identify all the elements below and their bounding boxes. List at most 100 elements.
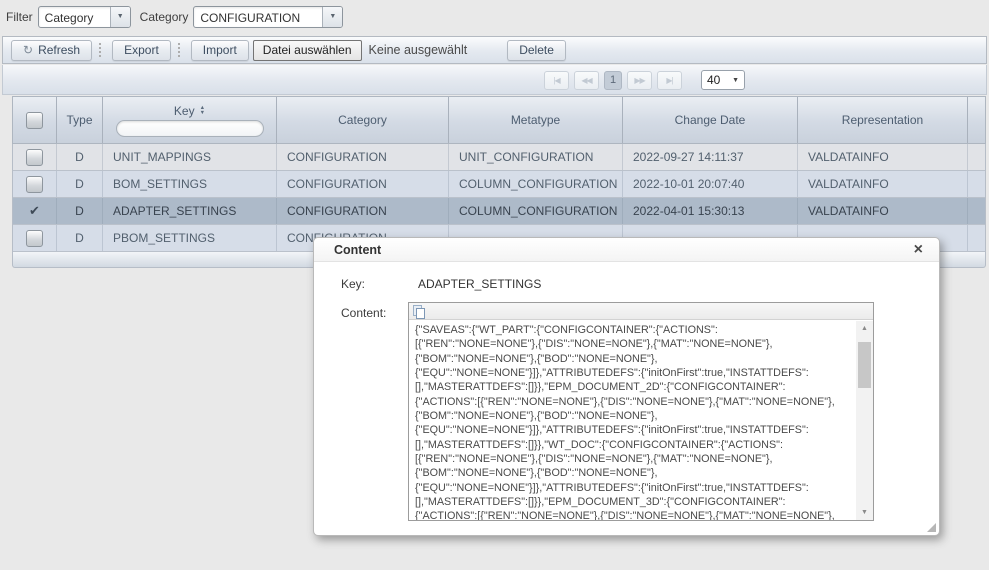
check-icon[interactable]: ✔ [29,203,40,219]
export-button[interactable]: Export [112,40,171,61]
content-viewer-toolbar [409,303,873,320]
toolbar-separator [178,43,182,57]
chevron-down-icon: ▼ [732,77,739,84]
cell-change-date: 2022-04-01 15:30:13 [623,198,798,224]
table-row-selected[interactable]: ✔ D ADAPTER_SETTINGS CONFIGURATION COLUM… [13,198,985,225]
sort-icon[interactable]: ▲▼ [200,106,205,115]
table-row[interactable]: D UNIT_MAPPINGS CONFIGURATION UNIT_CONFI… [13,144,985,171]
cell-metatype: COLUMN_CONFIGURATION [449,198,623,224]
column-label: Metatype [511,113,560,127]
resize-handle[interactable] [927,523,936,532]
category-dropdown[interactable]: CONFIGURATION ▼ [193,6,343,28]
cell-type: D [57,171,103,197]
dialog-content-label: Content: [341,306,386,320]
row-checkbox[interactable] [26,176,43,193]
cell-representation: VALDATAINFO [798,171,968,197]
scroll-up-icon[interactable]: ▲ [856,321,873,336]
copy-icon[interactable] [413,305,425,318]
toolbar-separator [99,43,103,57]
table-body: D UNIT_MAPPINGS CONFIGURATION UNIT_CONFI… [12,144,986,252]
column-header-change-date: Change Date [623,97,798,143]
refresh-icon: ↻ [23,45,33,55]
table-row[interactable]: D BOM_SETTINGS CONFIGURATION COLUMN_CONF… [13,171,985,198]
column-label: Category [338,113,387,127]
paginator: |◀ ◀◀ 1 ▶▶ ▶| 40 ▼ [2,65,987,95]
filter-label: Filter [6,10,33,24]
cell-key: BOM_SETTINGS [103,171,277,197]
row-select-cell [13,225,57,251]
cell-type: D [57,144,103,170]
filter-type-value: Category [39,7,110,27]
scrollbar-thumb[interactable] [858,342,871,388]
refresh-button[interactable]: ↻ Refresh [11,40,92,61]
column-header-metatype: Metatype [449,97,623,143]
cell-key: PBOM_SETTINGS [103,225,277,251]
dialog-title: Content [334,243,381,257]
dialog-key-label: Key: [341,277,365,291]
file-status-text: Keine ausgewählt [369,43,468,57]
select-all-checkbox[interactable] [26,112,43,129]
column-header-filler [968,97,985,143]
row-select-cell [13,171,57,197]
row-checkbox[interactable] [26,230,43,247]
cell-representation: VALDATAINFO [798,144,968,170]
row-select-cell: ✔ [13,198,57,224]
column-header-category: Category [277,97,449,143]
page-size-select[interactable]: 40 ▼ [701,70,745,90]
last-page-icon[interactable]: ▶| [657,71,682,90]
column-label: Representation [842,113,923,127]
column-header-key[interactable]: Key ▲▼ [103,97,277,143]
cell-filler [968,225,985,251]
cell-filler [968,198,985,224]
cell-change-date: 2022-10-01 20:07:40 [623,171,798,197]
select-all-cell [13,97,57,143]
cell-metatype: UNIT_CONFIGURATION [449,144,623,170]
delete-button[interactable]: Delete [507,40,566,61]
toolbar: ↻ Refresh Export Import Datei auswählen … [2,36,987,64]
row-checkbox[interactable] [26,149,43,166]
cell-category: CONFIGURATION [277,144,449,170]
cell-representation: VALDATAINFO [798,198,968,224]
column-label: Type [66,113,92,127]
cell-type: D [57,225,103,251]
filter-type-dropdown[interactable]: Category ▼ [38,6,131,28]
content-text[interactable]: {"SAVEAS":{"WT_PART":{"CONFIGCONTAINER":… [409,321,856,520]
file-select-button[interactable]: Datei auswählen [253,40,362,61]
scroll-down-icon[interactable]: ▼ [856,505,873,520]
prev-page-icon[interactable]: ◀◀ [574,71,599,90]
close-icon[interactable]: × [914,242,923,258]
dialog-key-value: ADAPTER_SETTINGS [418,277,541,291]
current-page-button[interactable]: 1 [604,71,622,90]
page-size-value: 40 [707,73,720,87]
column-label: Key [174,104,195,118]
import-button[interactable]: Import [191,40,249,61]
dialog-title-bar[interactable]: Content [314,238,939,262]
cell-category: CONFIGURATION [277,171,449,197]
refresh-label: Refresh [38,43,80,57]
filter-bar: Filter Category ▼ Category CONFIGURATION… [0,0,989,33]
table-header: Type Key ▲▼ Category Metatype Change Dat… [12,96,986,144]
next-page-icon[interactable]: ▶▶ [627,71,652,90]
cell-key: UNIT_MAPPINGS [103,144,277,170]
cell-category: CONFIGURATION [277,198,449,224]
cell-key: ADAPTER_SETTINGS [103,198,277,224]
scrollbar[interactable]: ▲ ▼ [856,321,873,520]
category-value: CONFIGURATION [194,7,322,27]
content-dialog: Content × Key: ADAPTER_SETTINGS Content:… [313,237,940,536]
row-select-cell [13,144,57,170]
cell-filler [968,171,985,197]
cell-type: D [57,198,103,224]
column-header-type: Type [57,97,103,143]
content-viewer: {"SAVEAS":{"WT_PART":{"CONFIGCONTAINER":… [408,302,874,521]
category-label: Category [140,10,189,24]
cell-change-date: 2022-09-27 14:11:37 [623,144,798,170]
column-header-representation: Representation [798,97,968,143]
cell-metatype: COLUMN_CONFIGURATION [449,171,623,197]
first-page-icon[interactable]: |◀ [544,71,569,90]
chevron-down-icon[interactable]: ▼ [110,7,130,27]
key-filter-input[interactable] [116,120,264,137]
chevron-down-icon[interactable]: ▼ [322,7,342,27]
app-root: { "filter_bar": { "filter_label": "Filte… [0,0,989,570]
paginator-controls: |◀ ◀◀ 1 ▶▶ ▶| 40 ▼ [544,70,745,90]
sort-desc-icon: ▼ [200,111,205,116]
